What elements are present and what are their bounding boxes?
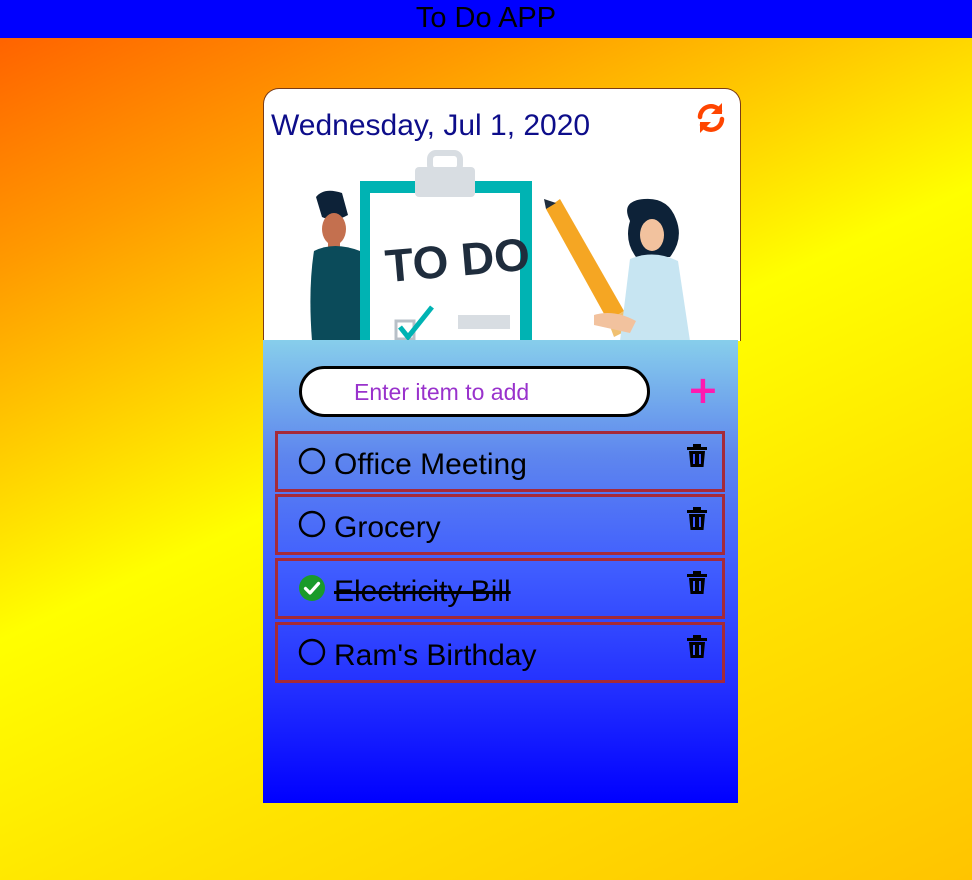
todo-item-label: Grocery [334, 511, 441, 544]
circle-icon[interactable] [298, 447, 326, 475]
circle-icon[interactable] [298, 510, 326, 538]
circle-icon[interactable] [298, 638, 326, 666]
add-item-input[interactable] [352, 375, 636, 409]
check-circle-icon[interactable] [298, 574, 326, 602]
app-header: To Do APP [0, 0, 972, 38]
date-card: TO DO Wednesday, Jul 1, 2020 [263, 88, 741, 341]
todo-item-label: Electricity Bill [334, 575, 511, 608]
trash-icon[interactable] [686, 507, 708, 531]
todo-list-panel: + Office Meeting Grocery [263, 340, 738, 803]
trash-icon[interactable] [686, 635, 708, 659]
todo-item-rams-birthday: Ram's Birthday [275, 622, 725, 683]
trash-icon[interactable] [686, 444, 708, 468]
refresh-icon[interactable] [694, 101, 728, 135]
app-title: To Do APP [415, 2, 557, 34]
add-item-field[interactable] [299, 366, 650, 417]
todo-item-grocery: Grocery [275, 494, 725, 555]
todo-item-office-meeting: Office Meeting [275, 431, 725, 492]
current-date: Wednesday, Jul 1, 2020 [271, 109, 591, 142]
trash-icon[interactable] [686, 571, 708, 595]
todo-item-label: Office Meeting [334, 448, 527, 481]
todo-item-electricity-bill: Electricity Bill [275, 558, 725, 619]
add-item-button[interactable]: + [687, 370, 719, 410]
todo-item-label: Ram's Birthday [334, 639, 537, 672]
